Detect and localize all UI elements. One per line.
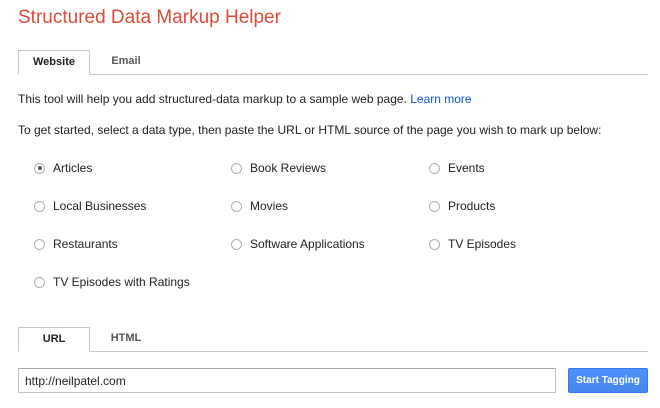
radio-label-book-reviews: Book Reviews — [250, 161, 327, 175]
radio-option-book-reviews[interactable]: Book Reviews — [231, 161, 326, 175]
radio-option-products[interactable]: Products — [429, 199, 495, 213]
radio-option-movies[interactable]: Movies — [231, 199, 288, 213]
tab-url[interactable]: URL — [18, 327, 90, 352]
page-title: Structured Data Markup Helper — [18, 7, 281, 28]
tab-website[interactable]: Website — [18, 50, 90, 75]
intro-text-body: This tool will help you add structured-d… — [18, 92, 411, 106]
radio-button[interactable] — [231, 162, 242, 174]
radio-button[interactable] — [429, 162, 440, 174]
radio-button[interactable] — [34, 238, 45, 250]
radio-label-events: Events — [448, 161, 485, 175]
radio-option-events[interactable]: Events — [429, 161, 485, 175]
radio-label-software-applications: Software Applications — [250, 237, 365, 251]
tab-html[interactable]: HTML — [96, 327, 156, 351]
radio-button[interactable] — [231, 238, 242, 250]
radio-button[interactable] — [429, 238, 440, 250]
tab-email[interactable]: Email — [96, 50, 156, 74]
radio-option-local-businesses[interactable]: Local Businesses — [34, 199, 146, 213]
start-tagging-button[interactable]: Start Tagging — [568, 368, 648, 393]
radio-option-articles[interactable]: Articles — [34, 161, 92, 175]
intro-text: This tool will help you add structured-d… — [18, 92, 472, 106]
radio-button[interactable] — [429, 200, 440, 212]
radio-option-tv-episodes[interactable]: TV Episodes — [429, 237, 516, 251]
radio-option-restaurants[interactable]: Restaurants — [34, 237, 118, 251]
radio-option-software-applications[interactable]: Software Applications — [231, 237, 365, 251]
radio-label-tv-episodes: TV Episodes — [448, 237, 517, 251]
radio-button[interactable] — [34, 276, 45, 288]
radio-label-products: Products — [448, 199, 496, 213]
url-input[interactable] — [18, 368, 556, 393]
radio-label-local-businesses: Local Businesses — [53, 199, 147, 213]
radio-label-tv-episodes-with-ratings: TV Episodes with Ratings — [53, 275, 190, 289]
radio-label-restaurants: Restaurants — [53, 237, 118, 251]
learn-more-link[interactable]: Learn more — [410, 92, 471, 106]
radio-button[interactable] — [231, 200, 242, 212]
radio-label-articles: Articles — [53, 161, 93, 175]
source-tab-bar: URL HTML — [18, 327, 648, 352]
radio-button[interactable] — [34, 200, 45, 212]
radio-option-tv-episodes-with-ratings[interactable]: TV Episodes with Ratings — [34, 275, 190, 289]
instruction-text: To get started, select a data type, then… — [18, 123, 602, 137]
mode-tab-bar: Website Email — [18, 50, 648, 75]
radio-button-checked[interactable] — [34, 162, 45, 174]
radio-label-movies: Movies — [250, 199, 289, 213]
